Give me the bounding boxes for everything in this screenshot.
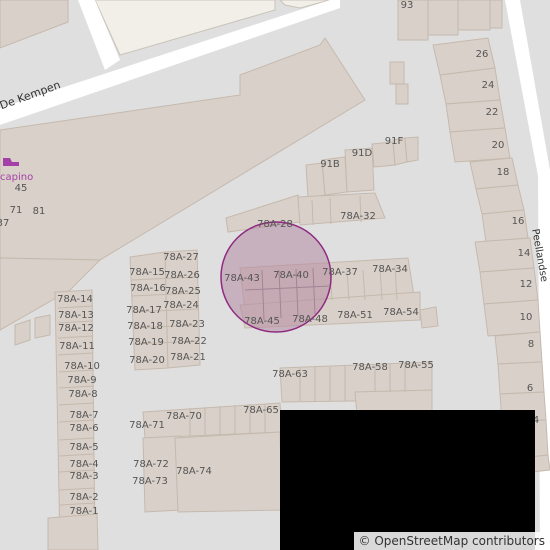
house-number: 91D (351, 148, 373, 159)
house-number: 22 (485, 107, 499, 118)
house-number: 78A-48 (292, 314, 328, 325)
house-number: 78A-18 (127, 321, 163, 332)
house-number: 12 (519, 279, 533, 290)
house-number: 78A-15 (129, 267, 165, 278)
redaction-box (280, 410, 535, 550)
house-number: 78A-6 (69, 423, 99, 434)
house-number: 71 (9, 205, 23, 216)
house-number: 91F (384, 136, 404, 147)
shopping-building (0, 37, 366, 261)
house-number: 78A-63 (272, 369, 308, 380)
house-number: 78A-8 (68, 389, 98, 400)
house-number: 78A-5 (69, 442, 99, 453)
house-number: 78A-4 (69, 459, 99, 470)
house-number: 78A-10 (64, 361, 100, 372)
building (0, 0, 69, 49)
house-number: 78A-51 (337, 310, 373, 321)
house-number: 78A-58 (352, 362, 388, 373)
house-number: 26 (475, 49, 489, 60)
house-number: 45 (14, 183, 28, 194)
house-number: 78A-55 (398, 360, 434, 371)
house-number: 78A-22 (171, 336, 207, 347)
house-number: 78A-9 (67, 375, 97, 386)
house-number: 78A-72 (133, 459, 169, 470)
map-attribution[interactable]: © OpenStreetMap contributors (353, 532, 550, 550)
house-number: 78A-34 (372, 264, 408, 275)
house-number: 78A-3 (69, 471, 99, 482)
house-number: 78A-74 (176, 466, 212, 477)
house-number: 20 (491, 140, 505, 151)
house-number: 24 (481, 80, 495, 91)
house-number: 78A-19 (128, 337, 164, 348)
house-number: 10 (519, 312, 533, 323)
house-number: 78A-37 (322, 267, 358, 278)
house-number: 78A-16 (130, 283, 166, 294)
map-view[interactable]: De Kempen Peellandse capino 45 71 81 37 … (0, 0, 550, 550)
house-number: 78A-7 (69, 410, 99, 421)
house-number: 78A-71 (129, 420, 165, 431)
house-number: 78A-27 (163, 252, 199, 263)
house-number: 91B (320, 159, 340, 170)
house-number: 93 (400, 0, 414, 11)
house-number: 78A-23 (169, 319, 205, 330)
house-number: 78A-17 (126, 305, 162, 316)
house-number: 78A-24 (163, 300, 199, 311)
house-number: 78A-2 (69, 492, 99, 503)
house-number: 8 (527, 339, 535, 350)
house-number: 78A-12 (58, 323, 94, 334)
house-number: 78A-54 (383, 307, 419, 318)
house-number: 78A-1 (69, 506, 99, 517)
attribution-link[interactable]: © OpenStreetMap contributors (359, 534, 545, 548)
house-number: 78A-13 (58, 310, 94, 321)
house-number: 37 (0, 218, 10, 229)
house-number: 81 (32, 206, 46, 217)
house-number: 78A-21 (170, 352, 206, 363)
house-number: 78A-73 (132, 476, 168, 487)
house-number: 78A-20 (129, 355, 165, 366)
house-number: 78A-70 (166, 411, 202, 422)
house-number: 78A-40 (273, 270, 309, 281)
house-number: 78A-14 (57, 294, 93, 305)
house-number: 16 (511, 216, 525, 227)
house-number: 78A-45 (244, 316, 280, 327)
house-number: 78A-25 (165, 286, 201, 297)
house-number: 14 (517, 248, 531, 259)
poi-label[interactable]: capino (0, 172, 33, 183)
house-number: 78A-43 (224, 273, 260, 284)
house-number: 78A-65 (243, 405, 279, 416)
house-number: 78A-26 (164, 270, 200, 281)
house-number: 18 (496, 167, 510, 178)
house-number: 78A-11 (59, 341, 95, 352)
house-number: 78A-32 (340, 211, 376, 222)
house-number: 6 (526, 383, 534, 394)
house-number: 78A-28 (257, 219, 293, 230)
